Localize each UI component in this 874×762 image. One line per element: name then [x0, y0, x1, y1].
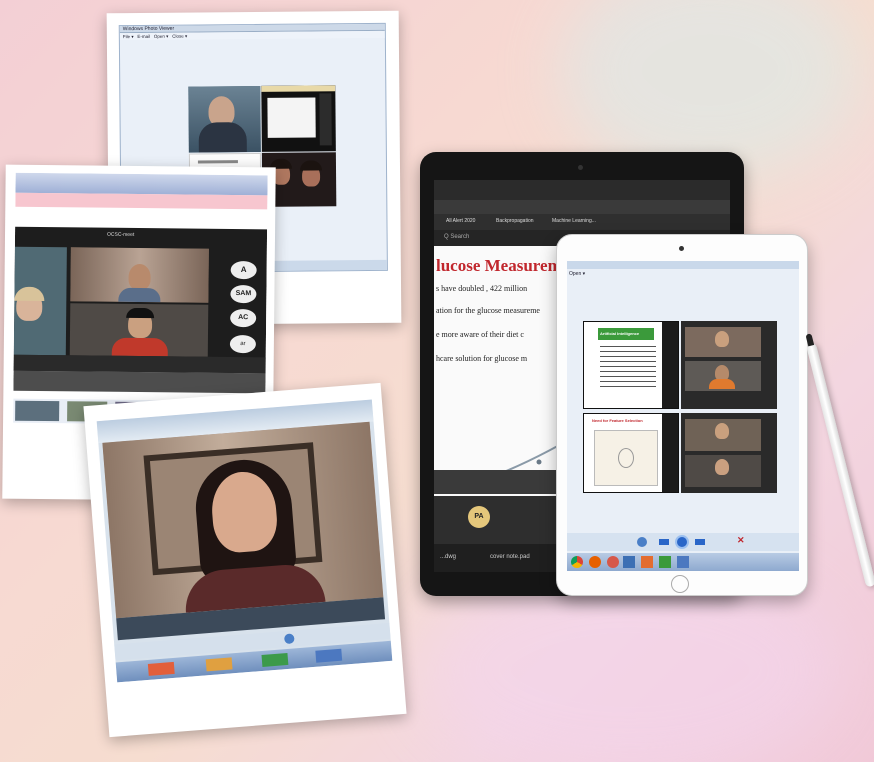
meeting-tile-2: [681, 413, 777, 493]
menu-close[interactable]: Close ▾: [172, 34, 187, 39]
video-tile-man: [70, 247, 209, 303]
front-camera: [679, 246, 684, 251]
download-item-1[interactable]: ...dwg: [440, 554, 456, 560]
ai-slide-tile: Artificial Intelligence: [583, 321, 679, 409]
side-panel: [319, 93, 332, 146]
delete-icon[interactable]: ✕: [737, 535, 745, 546]
video-call-screen: [96, 399, 393, 683]
app-icon[interactable]: [641, 556, 653, 568]
participant-avatar[interactable]: PA: [468, 506, 490, 528]
browser-icon[interactable]: [607, 556, 619, 568]
stylus-pencil: [805, 333, 874, 588]
previous-button[interactable]: [659, 539, 669, 545]
speaker-suit: [198, 122, 247, 153]
strip-thumb[interactable]: [15, 400, 60, 422]
student-shirt: [111, 337, 168, 357]
meeting-tile-1: [681, 321, 777, 409]
open-menu[interactable]: Open ▾: [569, 271, 585, 277]
feature-slide-tile: Need for Feature Selection: [583, 413, 679, 493]
slide-line-3: e more aware of their diet c: [436, 330, 524, 339]
home-button[interactable]: [671, 575, 689, 593]
participant-figure: [715, 423, 729, 439]
play-slideshow-button[interactable]: [675, 535, 689, 549]
slide-title-line: [197, 160, 238, 164]
man-figure: [128, 263, 151, 291]
menu-open[interactable]: Open ▾: [154, 34, 169, 39]
slide-line-2: ation for the glucose measureme: [436, 306, 540, 315]
taskbar-icon[interactable]: [261, 652, 289, 667]
download-item-2[interactable]: cover note.pad: [490, 554, 530, 560]
app-icon[interactable]: [659, 556, 671, 568]
browser-tabs: [434, 180, 730, 200]
screen-title-bar: [567, 261, 799, 269]
white-tablet: Open ▾ Artificial Intelligence Need for …: [556, 234, 808, 596]
zoom-window-label: OCSC-meet: [106, 231, 135, 238]
taskbar-icon[interactable]: [315, 648, 343, 663]
video-frame: [102, 421, 384, 619]
next-button[interactable]: [695, 539, 705, 545]
search-hint[interactable]: Q Search: [444, 234, 469, 240]
white-tablet-screen: Open ▾ Artificial Intelligence Need for …: [567, 261, 799, 571]
laptop-bezel: [13, 370, 266, 394]
menu-email[interactable]: E-mail: [137, 34, 150, 39]
orange-shirt: [709, 379, 735, 389]
bookmark-3[interactable]: Machine Learning...: [552, 218, 596, 224]
student-hair: [126, 307, 155, 319]
feature-diagram-center: [618, 448, 634, 468]
firefox-icon[interactable]: [589, 556, 601, 568]
slide-heading: lucose Measurem: [436, 256, 562, 275]
bookmark-1[interactable]: All Alert 2020: [446, 218, 475, 224]
slide-text-block: [600, 346, 656, 390]
taskbar-top: [15, 172, 268, 196]
app-icon[interactable]: [677, 556, 689, 568]
video-tile-student: [69, 303, 209, 357]
video-call-print: [83, 382, 407, 738]
video-tile-woman: [13, 246, 67, 356]
avatar-ac[interactable]: AC: [230, 308, 257, 328]
address-bar: [434, 200, 730, 214]
slide-line-4: hcare solution for glucose m: [436, 354, 528, 363]
front-camera: [578, 165, 583, 170]
participant-figure: [715, 459, 729, 475]
slide-side-panel: [662, 322, 678, 408]
pink-header: [15, 192, 268, 210]
avatar-a[interactable]: A: [230, 260, 257, 280]
chrome-icon[interactable]: [571, 556, 583, 568]
bookmark-2[interactable]: Backpropagation: [496, 218, 534, 224]
ai-slide-title: Artificial Intelligence: [600, 331, 640, 336]
speaker-video-tile: [188, 85, 261, 153]
slide-line-1: s have doubled , 422 million: [436, 284, 528, 293]
participant-hair: [299, 160, 323, 171]
participant-figure: [715, 331, 729, 347]
avatar-sam[interactable]: SAM: [230, 284, 257, 304]
menu-file[interactable]: File ▾: [123, 34, 134, 39]
viewer-menu-bar: File ▾ E-mail Open ▾ Close ▾: [119, 30, 385, 41]
app-icon[interactable]: [623, 556, 635, 568]
avatar-ar[interactable]: ar: [229, 334, 256, 354]
feature-slide-title: Need for Feature Selection: [592, 418, 643, 423]
zoom-icon[interactable]: [637, 537, 647, 547]
meeting-screenshot-tile: [261, 85, 336, 152]
taskbar-icon[interactable]: [205, 657, 233, 672]
taskbar-icon[interactable]: [147, 661, 175, 676]
woman-hair: [14, 286, 45, 302]
top-strip: [261, 85, 336, 92]
man-shirt: [118, 287, 161, 303]
shared-slide: [267, 97, 316, 138]
slide-side-panel: [662, 414, 678, 492]
